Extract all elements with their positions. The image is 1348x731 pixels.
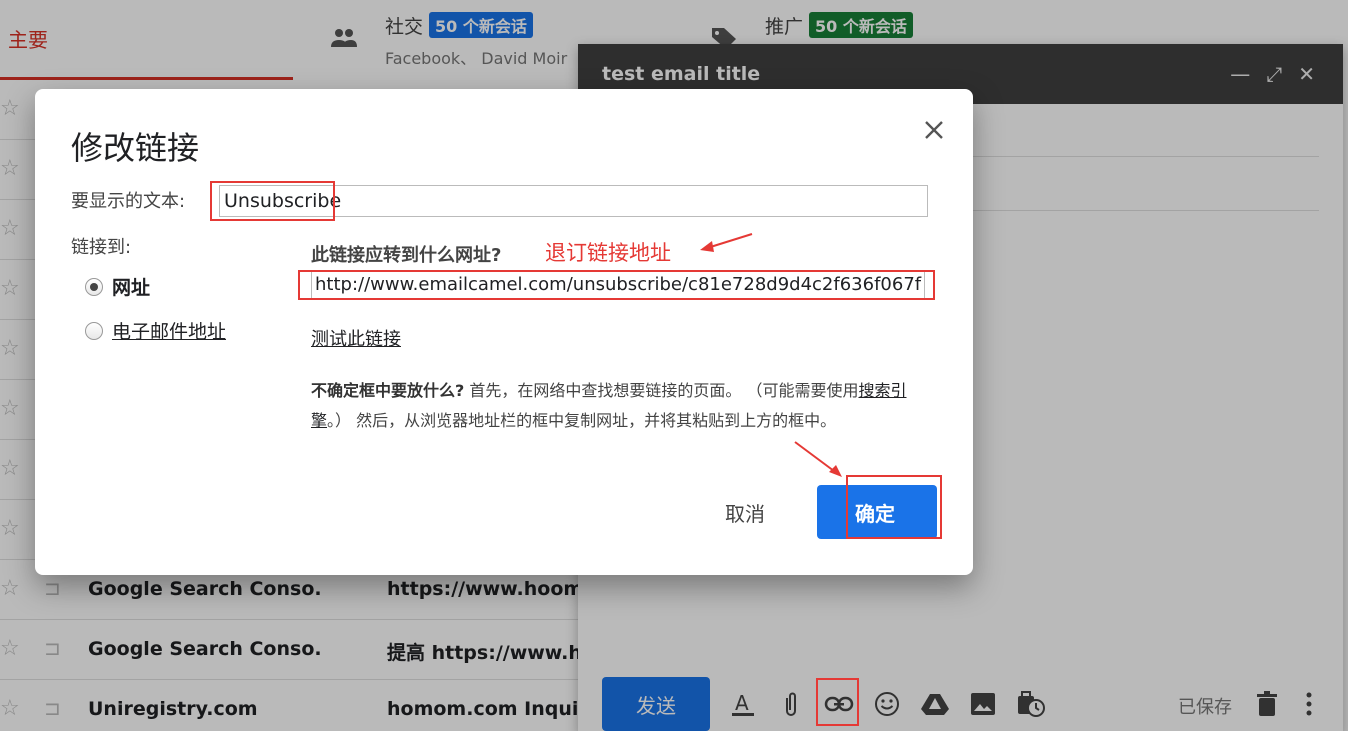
annotation-arrows (700, 233, 842, 477)
